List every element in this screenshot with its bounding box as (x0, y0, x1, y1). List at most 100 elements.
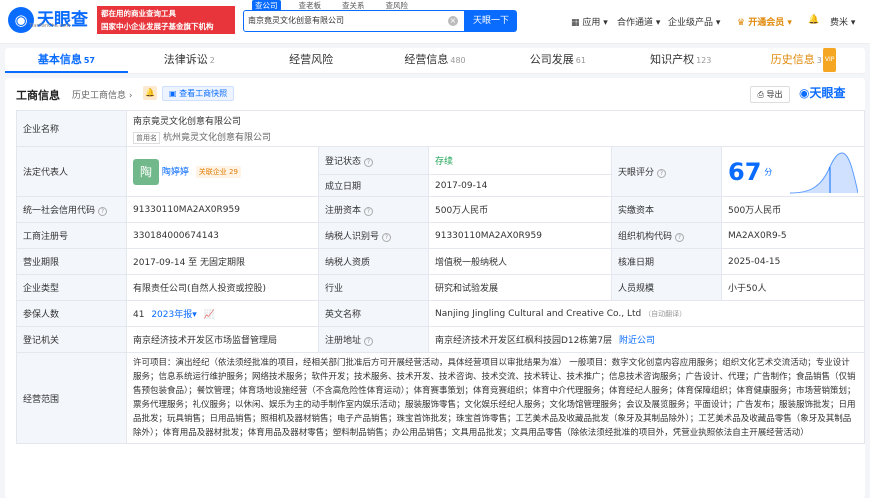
english-name-cell: Nanjing Jingling Cultural and Creative C… (428, 300, 865, 327)
staff-size-label: 人员规模 (611, 274, 722, 301)
tab-operational-risk[interactable]: 经营风险 (251, 48, 374, 73)
logo[interactable]: ◉ 天眼查 (8, 7, 88, 33)
section-tabs: 基本信息 57 法律诉讼 2 经营风险 经营信息 480 公司发展 61 知识产权 123… (5, 48, 865, 74)
business-info-table: 企业名称 南京竟灵文化创意有限公司 曾用名 杭州竟灵文化创意有限公司 法定代表人 … (16, 110, 865, 444)
company-name-cell: 南京竟灵文化创意有限公司 曾用名 杭州竟灵文化创意有限公司 (126, 110, 865, 147)
insured-label: 参保人数 (16, 300, 127, 327)
logo-eye-icon: ◉ (8, 7, 34, 33)
tab-business-info[interactable]: 经营信息 480 (374, 48, 497, 73)
help-icon[interactable]: ? (675, 233, 685, 242)
org-code-value: MA2AX0R9-5 (721, 222, 865, 249)
help-icon[interactable]: ? (382, 233, 392, 242)
watermark-logo: ◉天眼查 (799, 86, 846, 100)
help-icon[interactable]: ? (364, 207, 374, 216)
nav-apps[interactable]: ▦ 应用 ▾ (571, 15, 608, 28)
score-cell[interactable]: 67 分 (721, 146, 865, 197)
english-name-label: 英文名称 (318, 300, 429, 327)
grid-icon: ▦ (571, 18, 583, 28)
table-row: 经营范围 许可项目：演出经纪（依法须经批准的项目，经相关部门批准后方可开展经营活… (16, 352, 865, 444)
address-label: 注册地址? (318, 326, 429, 353)
insured-value: 41 (133, 310, 145, 320)
paid-capital-value: 500万人民币 (721, 196, 865, 223)
camera-icon: ▣ (169, 89, 180, 98)
company-type-label: 企业类型 (16, 274, 127, 301)
tab-history[interactable]: 历史信息 31VIP (742, 48, 865, 73)
clear-icon[interactable]: × (448, 16, 458, 26)
authority-label: 登记机关 (16, 326, 127, 353)
paid-capital-label: 实缴资本 (611, 196, 722, 223)
vip-badge: VIP (822, 48, 837, 72)
nav-enterprise[interactable]: 企业级产品 ▾ (668, 15, 720, 28)
score-label: 天眼评分? (611, 146, 722, 197)
capital-label: 注册资本? (318, 196, 429, 223)
term-value: 2017-09-14 至 无固定期限 (126, 248, 319, 275)
help-icon[interactable]: ? (657, 169, 667, 178)
score-unit: 分 (764, 167, 773, 176)
authority-value: 南京经济技术开发区市场监督管理局 (126, 326, 319, 353)
search-input[interactable]: 南京竟灵文化创意有限公司 (243, 10, 465, 32)
business-info-panel: 工商信息 历史工商信息 › 🔔 ▣ 查看工商快照 ⎙ 导出 ◉天眼查 企业名称 … (5, 78, 865, 498)
help-icon[interactable]: ? (364, 158, 374, 167)
address-cell: 南京经济技术开发区红枫科技园D12栋第7层 附近公司 (428, 326, 865, 353)
help-icon[interactable]: ? (98, 207, 108, 216)
tab-development[interactable]: 公司发展 61 (496, 48, 619, 73)
crown-icon: ♛ (737, 18, 749, 28)
table-row: 工商注册号 330184000674143 纳税人识别号? 91330110MA… (16, 222, 865, 249)
table-row: 法定代表人 陶 陶婷婷 关联企业 29 登记状态? 存续 天眼评分? 67 分 (16, 146, 865, 197)
org-code-label: 组织机构代码? (611, 222, 722, 249)
tab-basic-info[interactable]: 基本信息 57 (5, 48, 128, 73)
avatar[interactable]: 陶 (133, 158, 159, 185)
logo-eye-icon: ◉ (799, 86, 810, 100)
related-companies-badge[interactable]: 关联企业 29 (195, 166, 241, 178)
legal-rep-label: 法定代表人 (16, 146, 127, 197)
approve-date-label: 核准日期 (611, 248, 722, 275)
slogan-banner[interactable]: 都在用的商业查询工具 国家中小企业发展子基金旗下机构 (97, 6, 235, 34)
table-row: 统一社会信用代码? 91330110MA2AX0R959 注册资本? 500万人… (16, 196, 865, 223)
insured-cell: 41 2023年报▾ 📈 (126, 300, 319, 327)
legal-rep-name[interactable]: 陶婷婷 (162, 167, 189, 177)
capital-value: 500万人民币 (428, 196, 612, 223)
status-value: 存续 (428, 146, 612, 175)
nav-user[interactable]: 费米 ▾ (830, 15, 855, 28)
address-value: 南京经济技术开发区红枫科技园D12栋第7层 (435, 336, 613, 346)
scope-value: 许可项目：演出经纪（依法须经批准的项目，经相关部门批准后方可开展经营活动，具体经… (126, 352, 865, 444)
tax-qual-label: 纳税人资质 (318, 248, 429, 275)
credit-code-value: 91330110MA2AX0R959 (126, 196, 319, 223)
slogan-line-1: 都在用的商业查询工具 (101, 9, 176, 18)
founded-label: 成立日期 (318, 174, 429, 197)
slogan-line-2: 国家中小企业发展子基金旗下机构 (101, 22, 214, 31)
staff-size-value: 小于50人 (721, 274, 865, 301)
alert-bell-icon[interactable]: 🔔 (143, 86, 157, 100)
chart-icon[interactable]: 📈 (204, 310, 215, 320)
help-icon[interactable]: ? (364, 337, 374, 346)
table-row: 参保人数 41 2023年报▾ 📈 英文名称 Nanjing Jingling … (16, 300, 865, 327)
scope-label: 经营范围 (16, 352, 127, 444)
former-name-tag: 曾用名 (133, 131, 160, 144)
score-value: 67 (728, 157, 762, 186)
score-distribution-curve-icon (790, 152, 858, 194)
term-label: 营业期限 (16, 248, 127, 275)
nearby-companies-link[interactable]: 附近公司 (619, 336, 655, 346)
nav-cooperation[interactable]: 合作通道 ▾ (617, 15, 660, 28)
tab-ip[interactable]: 知识产权 123 (619, 48, 742, 73)
search-button[interactable]: 天眼一下 (465, 10, 517, 32)
table-row: 企业名称 南京竟灵文化创意有限公司 曾用名 杭州竟灵文化创意有限公司 (16, 110, 865, 147)
export-button[interactable]: ⎙ 导出 (750, 86, 790, 103)
table-row: 营业期限 2017-09-14 至 无固定期限 纳税人资质 增值税一般纳税人 核… (16, 248, 865, 275)
tab-lawsuits[interactable]: 法律诉讼 2 (128, 48, 251, 73)
nav-vip[interactable]: ♛ 开通会员 ▾ (737, 15, 792, 28)
company-name-label: 企业名称 (16, 110, 127, 147)
english-name-value: Nanjing Jingling Cultural and Creative C… (435, 308, 642, 319)
table-row: 登记机关 南京经济技术开发区市场监督管理局 注册地址? 南京经济技术开发区红枫科… (16, 326, 865, 353)
history-link[interactable]: 历史工商信息 › (72, 88, 132, 101)
tax-id-value: 91330110MA2AX0R959 (428, 222, 612, 249)
reg-number-value: 330184000674143 (126, 222, 319, 249)
nav-notifications[interactable]: 🔔 (808, 15, 819, 25)
industry-value: 研究和试验发展 (428, 274, 612, 301)
auto-translate-note: （自动翻译） (644, 309, 687, 318)
snapshot-button[interactable]: ▣ 查看工商快照 (162, 86, 235, 101)
approve-date-value: 2025-04-15 (721, 248, 865, 275)
annual-report-link[interactable]: 2023年报▾ (151, 310, 196, 320)
company-name: 南京竟灵文化创意有限公司 (133, 116, 242, 127)
reg-number-label: 工商注册号 (16, 222, 127, 249)
